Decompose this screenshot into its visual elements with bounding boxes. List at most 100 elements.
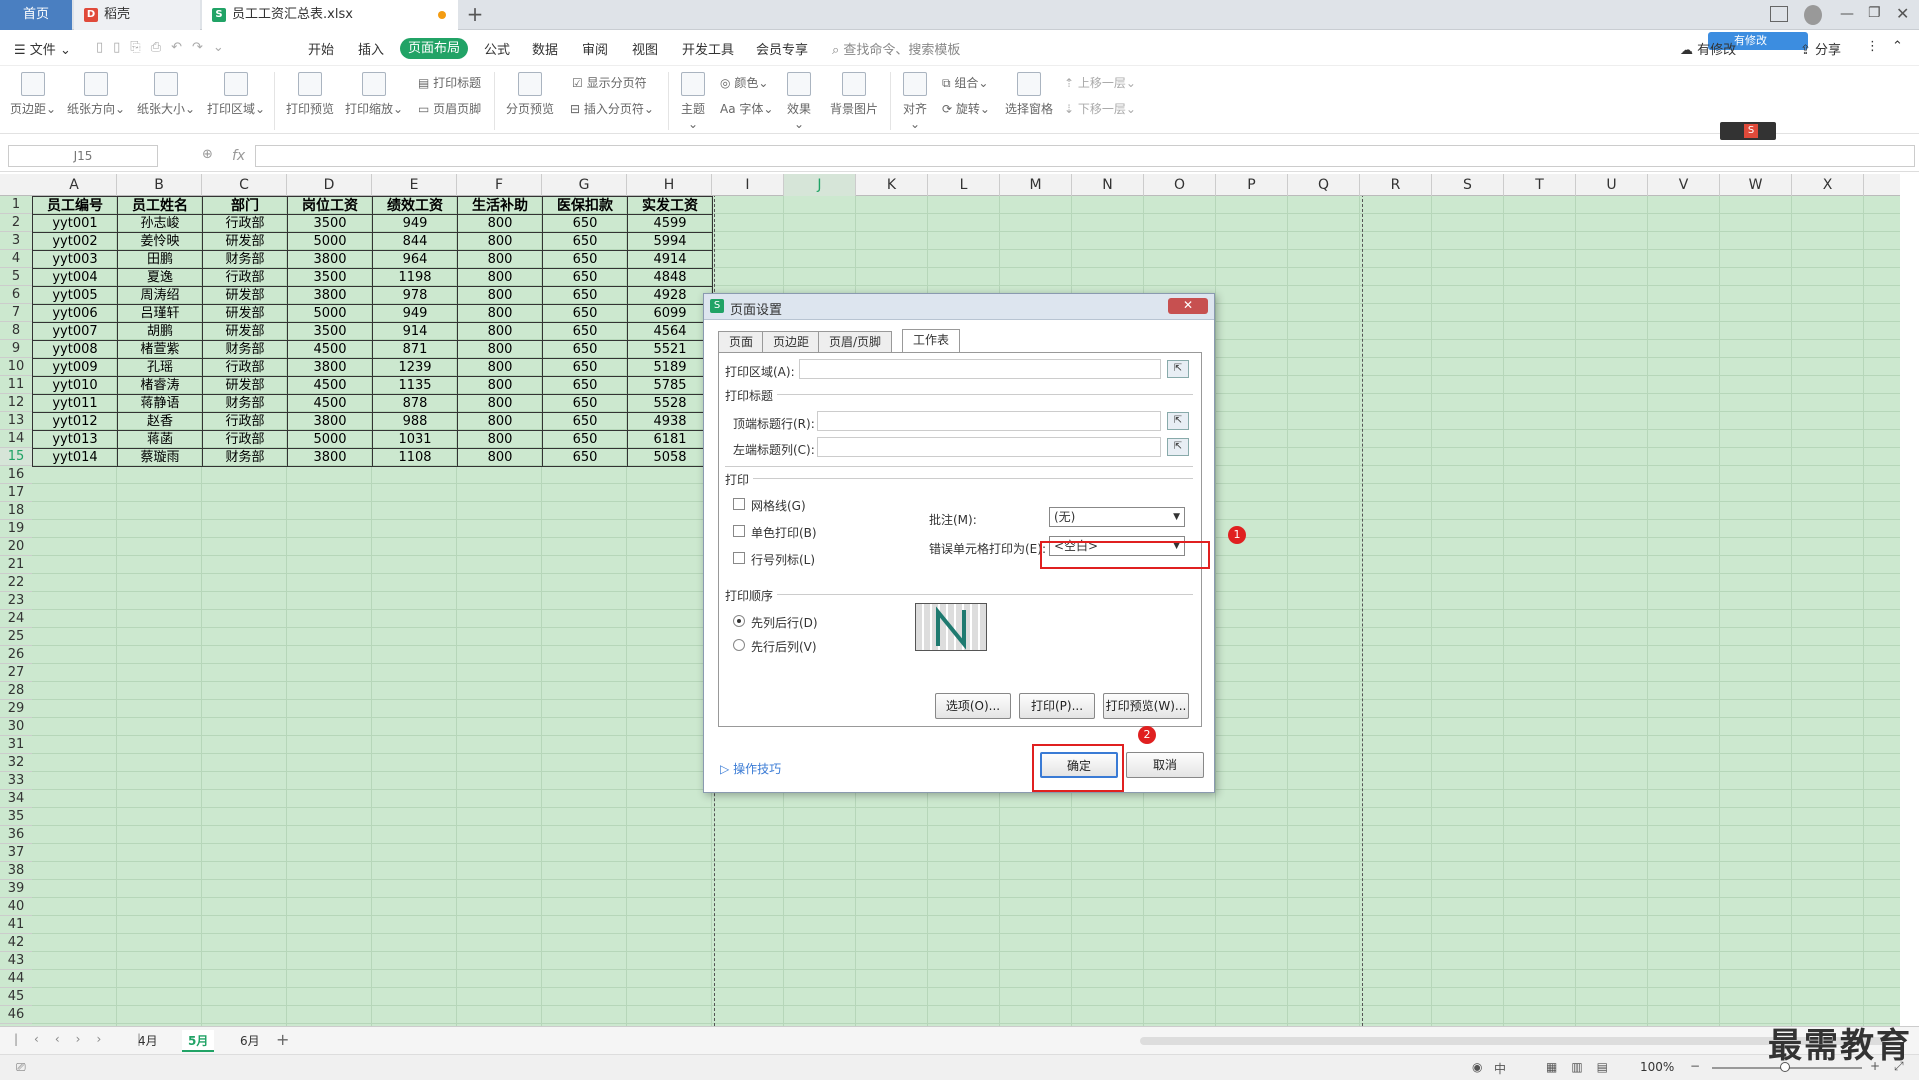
top-rows-input[interactable] [817,411,1161,431]
column-header-a[interactable]: A [32,174,117,196]
row-header-27[interactable]: 27 [0,664,32,682]
table-cell[interactable]: 蒋静语 [117,394,203,413]
tab-margins[interactable]: 页边距 [762,331,821,353]
row-header-23[interactable]: 23 [0,592,32,610]
new-tab-button[interactable]: + [462,0,488,30]
table-cell[interactable]: 5528 [627,394,713,413]
print-area-picker-icon[interactable]: ⇱ [1167,360,1189,378]
print-area-input[interactable] [799,359,1161,379]
table-cell[interactable]: 5521 [627,340,713,359]
table-cell[interactable]: 4914 [627,250,713,269]
bring-forward-button[interactable]: ⇡ 上移一层⌄ [1064,74,1136,91]
row-header-40[interactable]: 40 [0,898,32,916]
print-button[interactable]: 打印(P)... [1019,693,1095,719]
table-cell[interactable]: 3800 [287,250,373,269]
table-cell[interactable]: 6181 [627,430,713,449]
table-cell[interactable]: 4564 [627,322,713,341]
row-header-9[interactable]: 9 [0,340,32,358]
table-cell[interactable]: 800 [457,430,543,449]
table-cell[interactable]: 800 [457,376,543,395]
left-cols-picker-icon[interactable]: ⇱ [1167,438,1189,456]
column-header-j[interactable]: J [784,174,856,196]
eye-protect-icon[interactable]: ◉ [1472,1060,1482,1074]
table-header-cell[interactable]: 员工姓名 [117,196,203,215]
table-cell[interactable]: yyt007 [32,322,118,341]
table-cell[interactable]: 5785 [627,376,713,395]
row-header-39[interactable]: 39 [0,880,32,898]
lang-indicator[interactable]: 中 [1494,1060,1506,1077]
search-commands[interactable]: ⌕ 查找命令、搜索模板 [832,39,960,58]
table-cell[interactable]: 3800 [287,358,373,377]
row-header-43[interactable]: 43 [0,952,32,970]
row-header-41[interactable]: 41 [0,916,32,934]
name-box[interactable]: J15 [8,145,158,167]
zoom-level[interactable]: 100% [1640,1060,1674,1074]
table-cell[interactable]: 田鹏 [117,250,203,269]
table-cell[interactable]: 5000 [287,232,373,251]
table-cell[interactable]: yyt014 [32,448,118,467]
table-cell[interactable]: 研发部 [202,376,288,395]
menu-data[interactable]: 数据 [532,39,558,58]
row-header-35[interactable]: 35 [0,808,32,826]
fonts-button[interactable]: Aa 字体⌄ [720,100,773,117]
table-cell[interactable]: 650 [542,286,628,305]
table-cell[interactable]: yyt002 [32,232,118,251]
row-header-24[interactable]: 24 [0,610,32,628]
table-cell[interactable]: 4848 [627,268,713,287]
table-cell[interactable]: 914 [372,322,458,341]
row-header-10[interactable]: 10 [0,358,32,376]
table-cell[interactable]: 蒋菡 [117,430,203,449]
table-cell[interactable]: 夏逸 [117,268,203,287]
row-header-44[interactable]: 44 [0,970,32,988]
column-header-m[interactable]: M [1000,174,1072,196]
tab-header-footer[interactable]: 页眉/页脚 [818,331,893,353]
row-header-38[interactable]: 38 [0,862,32,880]
table-cell[interactable]: yyt009 [32,358,118,377]
table-cell[interactable]: yyt010 [32,376,118,395]
table-cell[interactable]: 周涛绍 [117,286,203,305]
table-cell[interactable]: 5000 [287,304,373,323]
print-preview-button[interactable]: 打印预览 [284,72,336,117]
down-then-over-radio[interactable] [733,615,745,627]
tab-home[interactable]: 首页 [0,0,72,30]
table-header-cell[interactable]: 生活补助 [457,196,543,215]
table-cell[interactable]: 胡鹏 [117,322,203,341]
print-preview-dialog-button[interactable]: 打印预览(W)... [1103,693,1189,719]
row-header-21[interactable]: 21 [0,556,32,574]
table-cell[interactable]: 650 [542,268,628,287]
table-cell[interactable]: 949 [372,304,458,323]
table-cell[interactable]: yyt004 [32,268,118,287]
table-cell[interactable]: 650 [542,340,628,359]
table-cell[interactable]: 姜怜映 [117,232,203,251]
row-header-25[interactable]: 25 [0,628,32,646]
table-cell[interactable]: 研发部 [202,304,288,323]
dialog-close-button[interactable]: ✕ [1168,298,1208,314]
menu-developer[interactable]: 开发工具 [682,39,734,58]
gridlines-checkbox[interactable] [733,498,745,510]
page-break-preview-button[interactable]: 分页预览 [502,72,558,117]
table-cell[interactable]: yyt003 [32,250,118,269]
row-header-20[interactable]: 20 [0,538,32,556]
row-header-12[interactable]: 12 [0,394,32,412]
row-header-45[interactable]: 45 [0,988,32,1006]
menu-review[interactable]: 审阅 [582,39,608,58]
table-cell[interactable]: 5189 [627,358,713,377]
table-cell[interactable]: 978 [372,286,458,305]
align-button[interactable]: 对齐⌄ [898,72,932,131]
sheet-tab-may[interactable]: 5月 [182,1030,215,1052]
table-cell[interactable]: 800 [457,448,543,467]
formula-input[interactable] [255,145,1915,167]
column-header-t[interactable]: T [1504,174,1576,196]
header-footer-button[interactable]: ▭ 页眉页脚 [418,100,481,117]
table-cell[interactable]: 1031 [372,430,458,449]
column-header-e[interactable]: E [372,174,457,196]
table-cell[interactable]: 研发部 [202,232,288,251]
dialog-title-bar[interactable]: S 页面设置 ✕ [704,294,1214,320]
menu-member[interactable]: 会员专享 [756,39,808,58]
table-cell[interactable]: 650 [542,394,628,413]
layout-icon[interactable] [1770,6,1788,22]
table-cell[interactable]: 5000 [287,430,373,449]
more-icon[interactable]: ⋮ [1866,39,1879,54]
menu-formula[interactable]: 公式 [484,39,510,58]
view-mode-icons[interactable]: ▦▥▤ [1546,1060,1622,1074]
